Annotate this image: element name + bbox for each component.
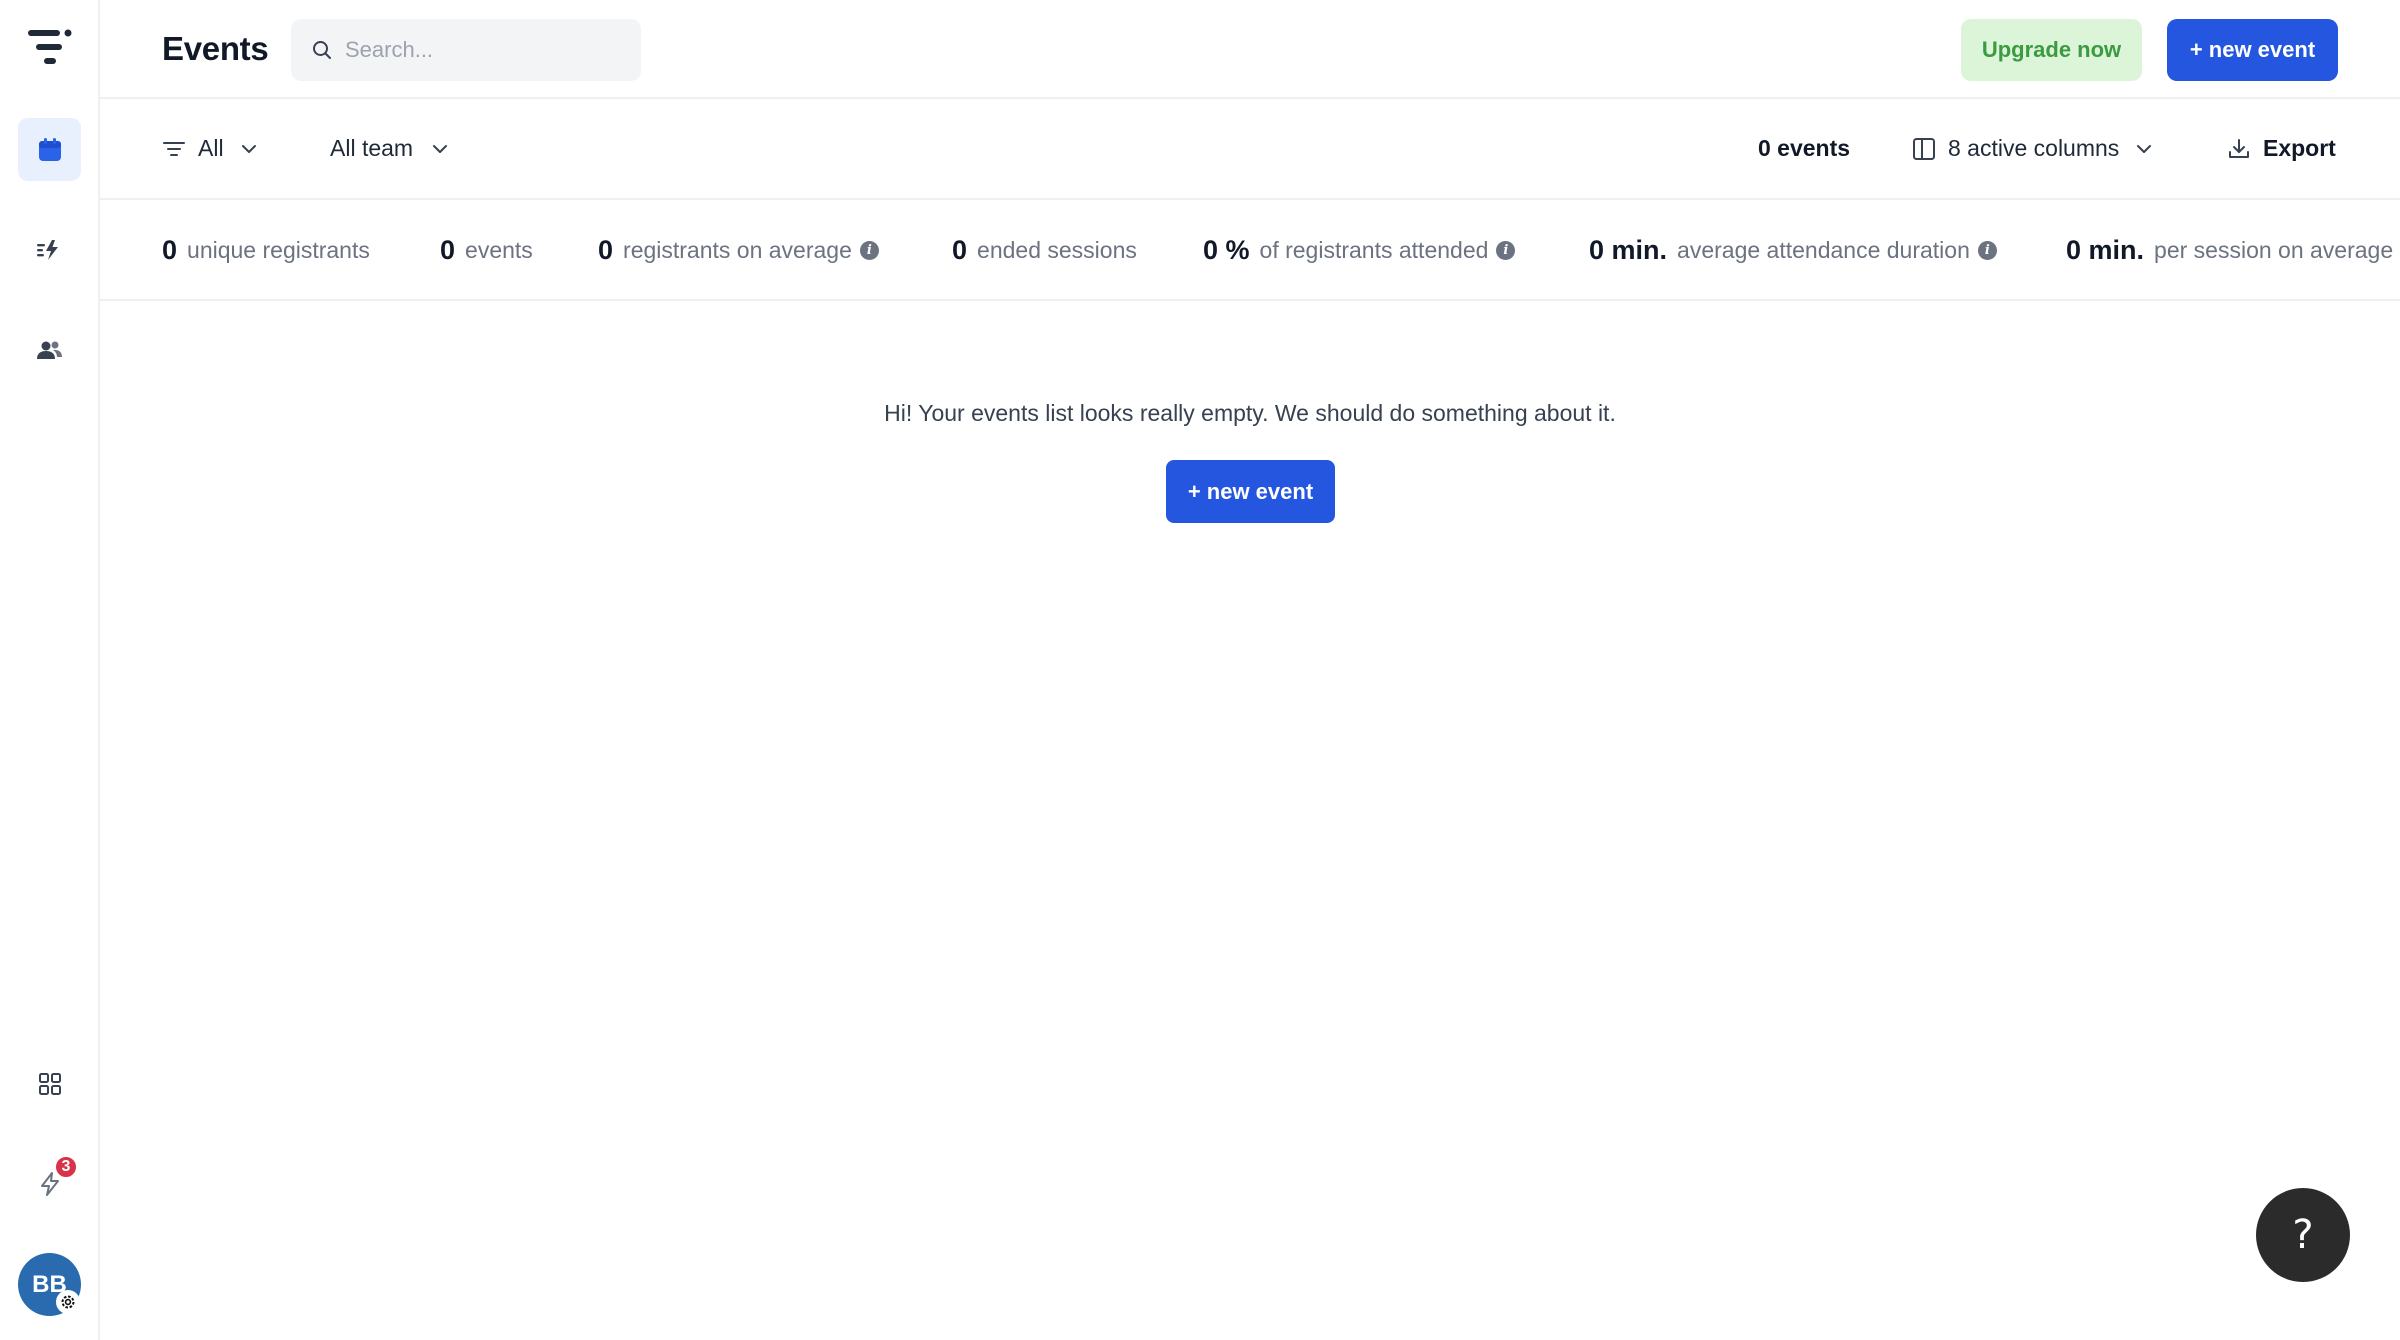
users-icon xyxy=(36,341,62,359)
calendar-icon xyxy=(38,137,61,161)
search-input[interactable] xyxy=(345,37,635,63)
lightning-lines-icon xyxy=(36,239,58,260)
stats-bar: 0 unique registrants 0 events 0 registrants… xyxy=(100,201,2400,301)
export-label: Export xyxy=(2263,135,2336,161)
sidebar-item-contacts[interactable] xyxy=(18,318,81,381)
sidebar-item-apps[interactable] xyxy=(18,1052,81,1115)
info-icon[interactable]: i xyxy=(1977,240,1997,260)
upgrade-button[interactable]: Upgrade now xyxy=(1961,19,2142,81)
team-filter-label: All team xyxy=(330,135,414,161)
notification-badge: 3 xyxy=(54,1155,78,1179)
page-title: Events xyxy=(162,30,269,67)
team-filter-dropdown[interactable]: All team xyxy=(330,99,449,198)
grid-icon xyxy=(38,1072,61,1095)
chevron-down-icon xyxy=(241,144,256,153)
header: Events Upgrade now + new event xyxy=(100,0,2400,99)
sidebar-item-events[interactable] xyxy=(18,118,81,181)
download-icon xyxy=(2229,138,2249,158)
export-button[interactable]: Export xyxy=(2227,99,2336,198)
columns-icon xyxy=(1913,137,1935,160)
filter-bar: All All team 0 events 8 active columns E… xyxy=(100,99,2400,200)
stat-registrants-average: 0 registrants on average i xyxy=(598,201,879,299)
search-icon xyxy=(313,41,331,59)
search-box[interactable] xyxy=(291,19,641,81)
columns-label: 8 active columns xyxy=(1948,135,2120,161)
empty-state-new-event-button[interactable]: + new event xyxy=(1166,460,1335,523)
chevron-down-icon xyxy=(433,144,448,153)
stat-events: 0 events xyxy=(440,234,533,265)
empty-state-message: Hi! Your events list looks really empty.… xyxy=(884,400,1616,426)
gear-icon[interactable] xyxy=(56,1290,80,1314)
type-filter-label: All xyxy=(198,135,224,161)
stat-per-session: 0 min.per session on average i xyxy=(2066,234,2394,265)
stat-attendance-duration: 0 min. average attendance duration i xyxy=(1589,201,1997,299)
new-event-button[interactable]: + new event xyxy=(2167,19,2338,81)
info-icon[interactable]: i xyxy=(859,240,879,260)
app: 3 BB Events Upgrade now + new event xyxy=(0,0,2400,1340)
type-filter-dropdown[interactable]: All xyxy=(162,99,258,198)
stat-unique-registrants: 0 unique registrants xyxy=(162,234,370,265)
logo-icon[interactable] xyxy=(26,28,74,68)
chevron-down-icon xyxy=(2137,144,2152,153)
filter-icon xyxy=(163,141,185,156)
columns-dropdown[interactable]: 8 active columns xyxy=(1912,99,2153,198)
sidebar-item-automations[interactable] xyxy=(18,218,81,281)
info-icon[interactable]: i xyxy=(1496,240,1516,260)
sidebar: 3 BB xyxy=(0,0,100,1340)
help-button[interactable]: ? xyxy=(2256,1188,2350,1282)
event-count: 0 events xyxy=(1758,135,1851,161)
stat-attended-percent: 0 % of registrants attended i xyxy=(1203,201,1516,299)
stat-ended-sessions: 0 ended sessions xyxy=(952,234,1137,265)
